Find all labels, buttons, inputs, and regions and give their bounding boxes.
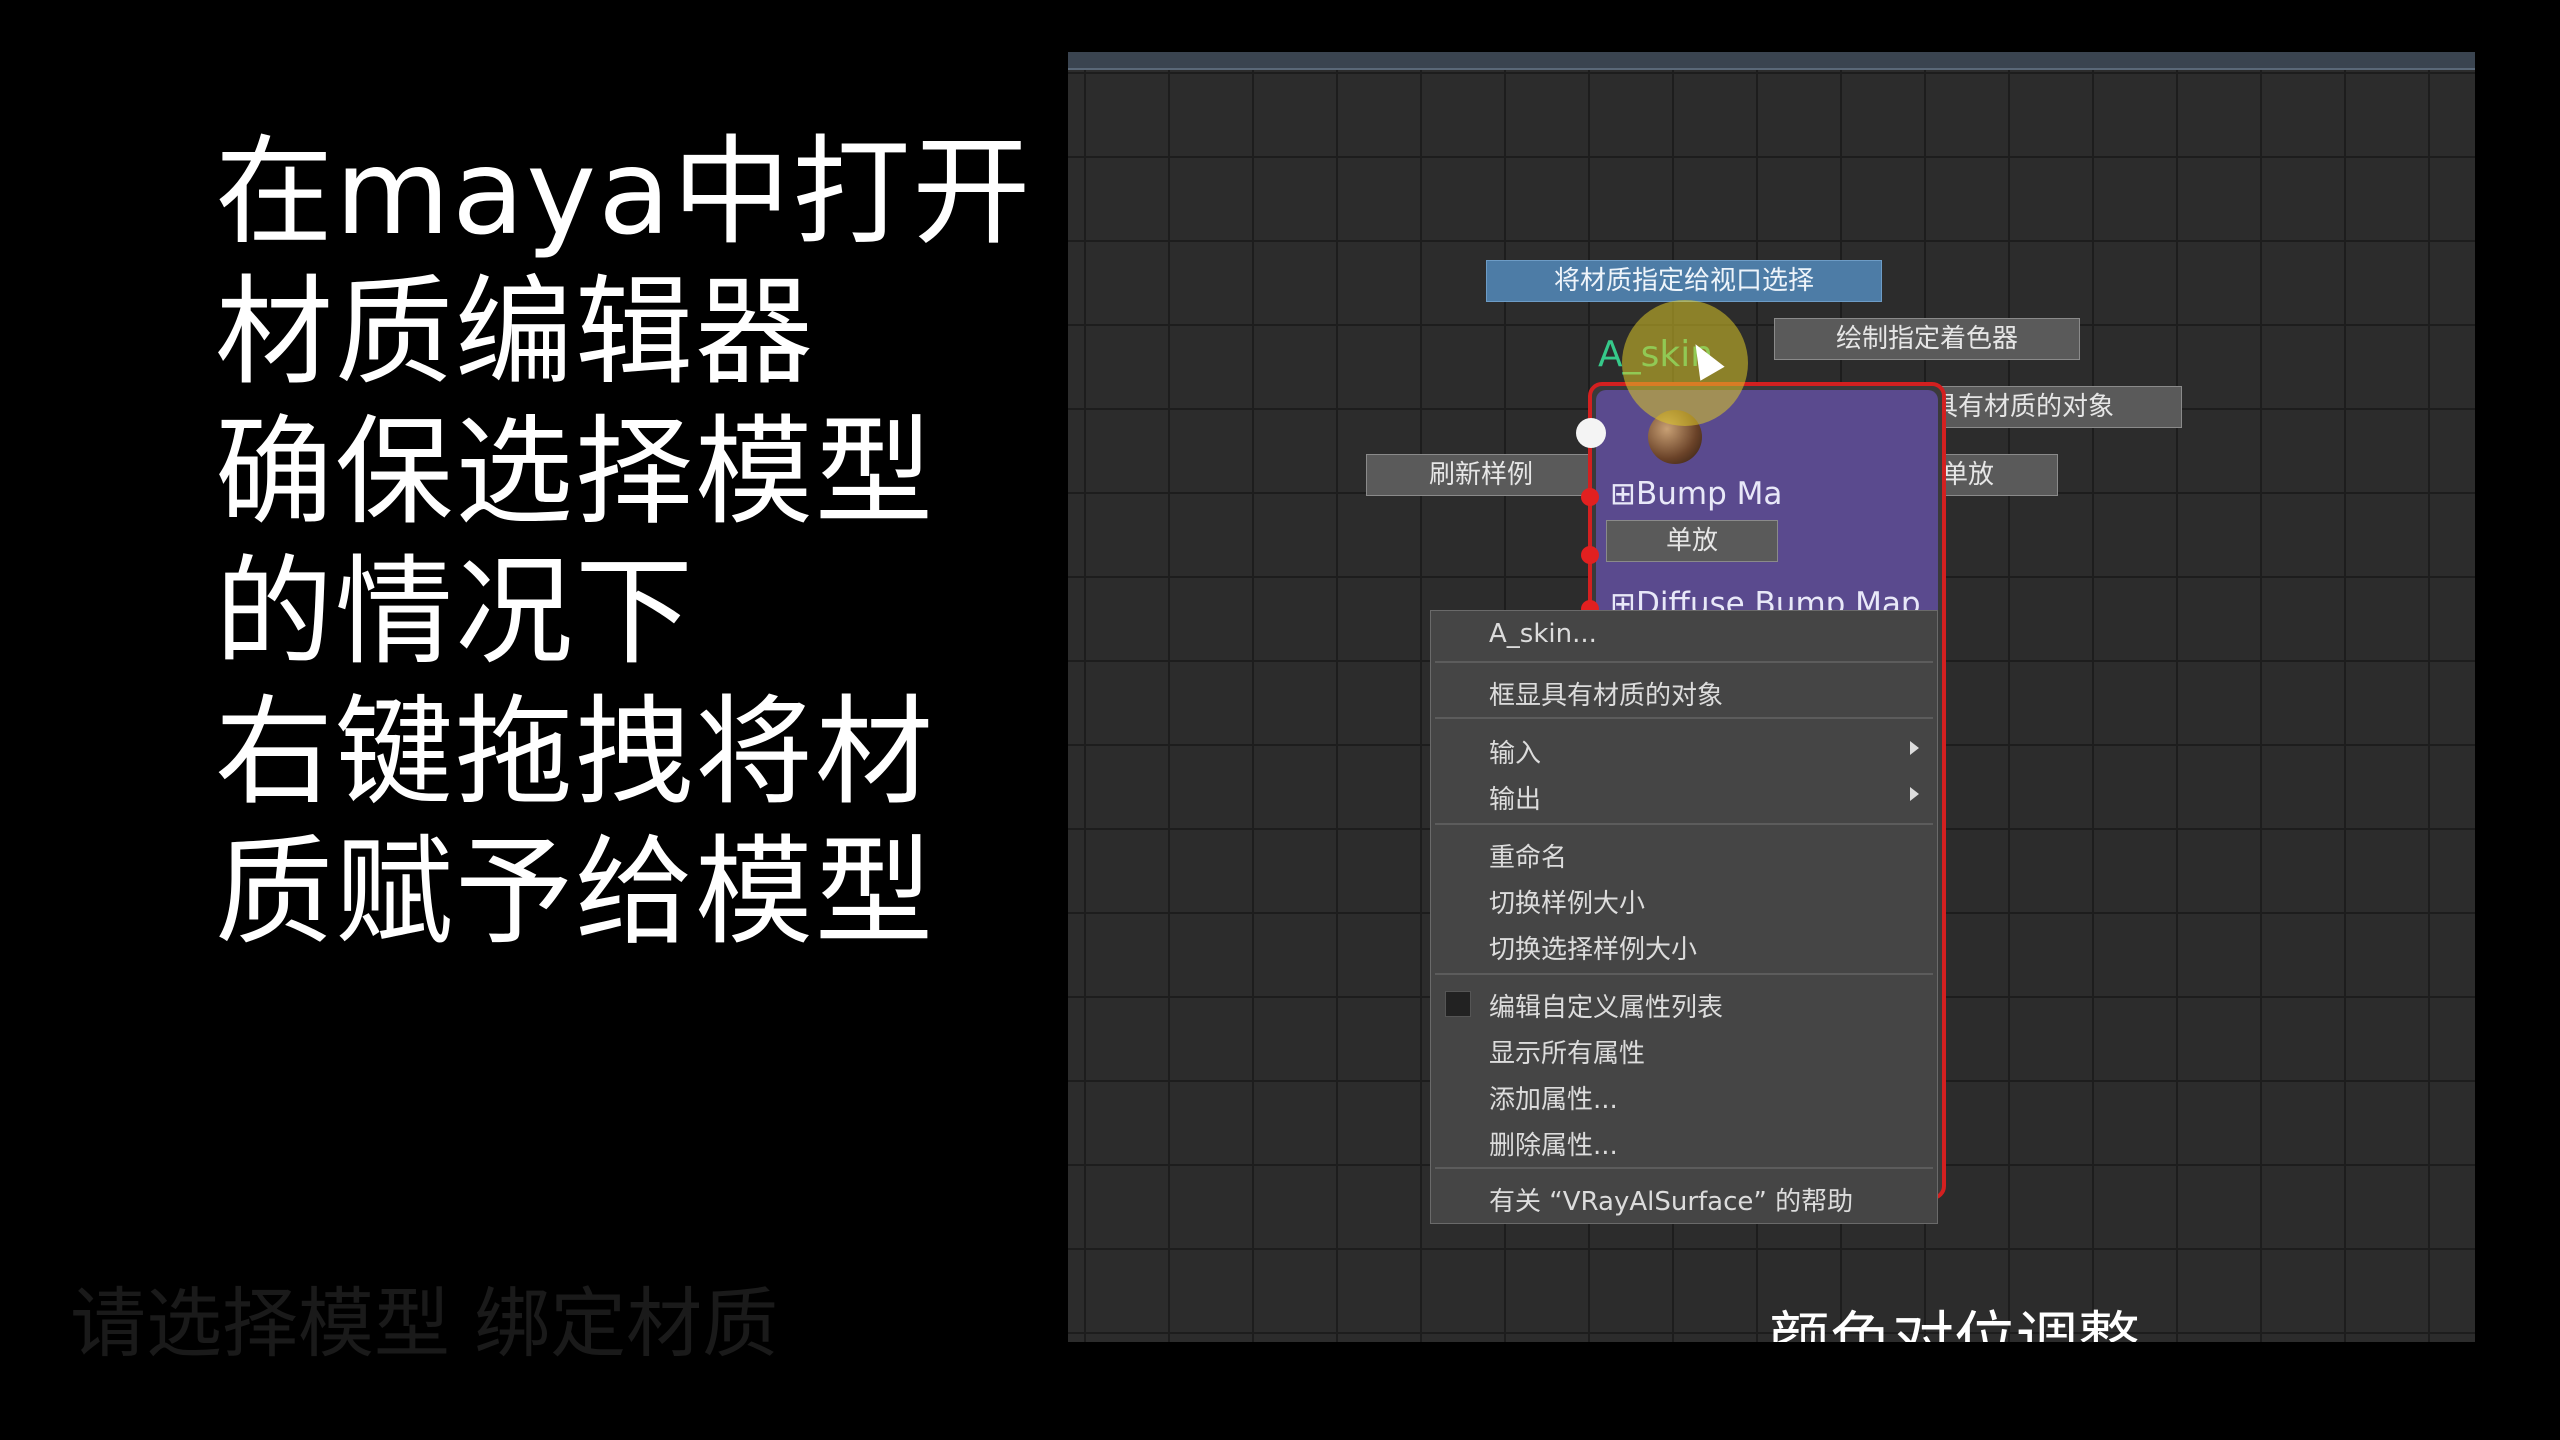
assign-to-selection-button[interactable]: 将材质指定给视口选择 bbox=[1486, 260, 1882, 302]
refresh-swatch-button[interactable]: 刷新样例 bbox=[1366, 454, 1596, 496]
menu-item-inputs[interactable]: 输入 bbox=[1489, 733, 1541, 770]
caption-line: 的情况下 bbox=[215, 543, 696, 681]
caption-line: 质赋予给模型 bbox=[215, 823, 936, 961]
hypershade-viewport[interactable]: 将材质指定给视口选择 绘制指定着色器 选择具有材质的对象 刷新样例 移除材质单放… bbox=[1068, 52, 2475, 1342]
menu-item-frame-objects[interactable]: 框显具有材质的对象 bbox=[1489, 675, 1723, 712]
menu-item-delete-attribute[interactable]: 删除属性... bbox=[1489, 1125, 1618, 1162]
caption-line: 材质编辑器 bbox=[215, 263, 816, 401]
custom-attribute-checkbox[interactable] bbox=[1445, 991, 1471, 1017]
menu-item-rename[interactable]: 重命名 bbox=[1489, 837, 1567, 874]
menu-separator bbox=[1435, 1167, 1933, 1169]
caption-line: 在maya中打开 bbox=[215, 123, 1033, 261]
menu-separator bbox=[1435, 717, 1933, 719]
menu-separator bbox=[1435, 973, 1933, 975]
menu-item-toggle-selected-swatch-size[interactable]: 切换选择样例大小 bbox=[1489, 929, 1697, 966]
context-menu[interactable]: A_skin... 框显具有材质的对象 输入 输出 重命名 切换样例大小 切换选… bbox=[1430, 610, 1938, 1224]
menu-item-outputs[interactable]: 输出 bbox=[1489, 779, 1541, 816]
video-subtitle: 颜色对位调整 bbox=[1768, 1304, 2141, 1342]
menu-item-show-all-attributes[interactable]: 显示所有属性 bbox=[1489, 1033, 1645, 1070]
input-port-icon[interactable] bbox=[1581, 546, 1599, 564]
submenu-arrow-icon bbox=[1910, 741, 1919, 755]
input-port-icon[interactable] bbox=[1581, 488, 1599, 506]
viewport-tab-bar bbox=[1068, 52, 2475, 70]
menu-separator bbox=[1435, 661, 1933, 663]
cursor-highlight bbox=[1622, 300, 1748, 426]
paint-assign-shader-button[interactable]: 绘制指定着色器 bbox=[1774, 318, 2080, 360]
submenu-arrow-icon bbox=[1910, 787, 1919, 801]
menu-item-toggle-swatch-size[interactable]: 切换样例大小 bbox=[1489, 883, 1645, 920]
output-port-icon[interactable] bbox=[1576, 418, 1606, 448]
menu-separator bbox=[1435, 823, 1933, 825]
menu-item-edit-custom-attribute-list[interactable]: 编辑自定义属性列表 bbox=[1489, 987, 1723, 1024]
bump-map-attribute[interactable]: ⊞Bump Ma bbox=[1610, 476, 1782, 512]
caption-line: 确保选择模型 bbox=[215, 403, 936, 541]
menu-item-node-name[interactable]: A_skin... bbox=[1489, 619, 1597, 649]
faded-subtitle: 请选择模型 绑定材质 bbox=[70, 1279, 779, 1368]
single-button[interactable]: 单放 bbox=[1606, 520, 1778, 562]
caption-line: 右键拖拽将材 bbox=[215, 683, 936, 821]
tutorial-caption: 在maya中打开 材质编辑器 确保选择模型 的情况下 右键拖拽将材 质赋予给模型 bbox=[215, 122, 1032, 962]
menu-item-add-attribute[interactable]: 添加属性... bbox=[1489, 1079, 1618, 1116]
menu-item-help[interactable]: 有关 “VRayAlSurface” 的帮助 bbox=[1489, 1181, 1853, 1218]
